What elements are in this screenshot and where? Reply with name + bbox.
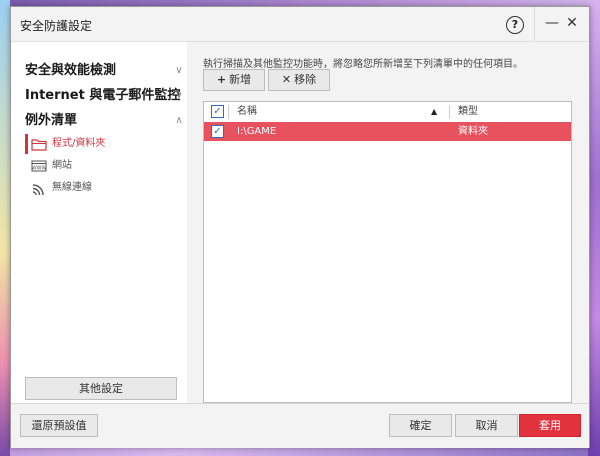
sidebar-item-programs-folders[interactable]: 程式/資料夾 <box>25 134 185 154</box>
close-icon[interactable]: ✕ <box>565 15 579 31</box>
row-type-cell: 資料夾 <box>458 126 488 137</box>
chevron-up-icon: ∧ <box>175 115 183 126</box>
folder-icon <box>31 139 47 151</box>
sidebar-item-label: 程式/資料夾 <box>52 138 106 149</box>
sidebar-category-exceptions[interactable]: 例外清單 ∧ <box>25 110 185 132</box>
select-all-checkbox[interactable]: ✓ <box>211 105 224 118</box>
desktop-background-left <box>0 0 10 456</box>
footer: 還原預設值 確定 取消 套用 <box>11 403 589 448</box>
window-title: 安全防護設定 <box>20 19 93 33</box>
plus-icon: + <box>216 73 227 86</box>
restore-defaults-button[interactable]: 還原預設值 <box>20 414 98 437</box>
remove-button-label: 移除 <box>294 73 317 86</box>
main-panel: 執行掃描及其他監控功能時，將忽略您所新增至下列清單中的任何項目。 + 新增 ✕ 移除… <box>188 42 589 403</box>
sidebar-category-label: Internet 與電子郵件監控 <box>25 88 181 103</box>
sidebar-category-label: 例外清單 <box>25 113 78 128</box>
title-bar: 安全防護設定 ? — ✕ <box>11 7 589 42</box>
ok-button[interactable]: 確定 <box>389 414 452 437</box>
add-button-label: 新增 <box>229 73 252 86</box>
row-name-cell: I:\GAME <box>237 126 277 137</box>
header-divider <box>449 105 450 119</box>
sidebar-item-wireless[interactable]: 無線連線 <box>25 178 185 198</box>
chevron-down-icon: ∨ <box>175 90 183 101</box>
sidebar: 安全與效能檢測 ∨ Internet 與電子郵件監控 ∨ 例外清單 ∧ 程式/資… <box>11 42 187 403</box>
list-header: ✓ 名稱 ▲ 類型 <box>204 102 571 123</box>
cancel-button[interactable]: 取消 <box>455 414 518 437</box>
sidebar-item-websites[interactable]: WWW 網站 <box>25 156 185 176</box>
help-icon[interactable]: ? <box>506 16 524 34</box>
table-row[interactable]: ✓ I:\GAME 資料夾 <box>204 122 571 141</box>
other-settings-button[interactable]: 其他設定 <box>25 377 177 400</box>
svg-text:WWW: WWW <box>32 166 47 172</box>
sort-ascending-icon: ▲ <box>431 107 438 116</box>
active-indicator <box>25 134 28 154</box>
column-header-name[interactable]: 名稱 <box>237 102 257 122</box>
sidebar-category-internet-email[interactable]: Internet 與電子郵件監控 ∨ <box>25 85 185 107</box>
remove-button[interactable]: ✕ 移除 <box>268 69 330 91</box>
settings-window: 安全防護設定 ? — ✕ 安全與效能檢測 ∨ Internet 與電子郵件監控 … <box>10 6 590 448</box>
minimize-icon[interactable]: — <box>545 15 559 31</box>
sidebar-item-label: 無線連線 <box>52 182 92 193</box>
column-header-type[interactable]: 類型 <box>458 102 478 122</box>
sidebar-category-security-performance[interactable]: 安全與效能檢測 ∨ <box>25 60 185 82</box>
remove-x-icon: ✕ <box>281 73 292 86</box>
wifi-icon <box>32 184 44 196</box>
sidebar-item-label: 網站 <box>52 160 72 171</box>
row-checkbox[interactable]: ✓ <box>211 125 224 138</box>
sidebar-category-label: 安全與效能檢測 <box>25 63 117 78</box>
exclusion-description: 執行掃描及其他監控功能時，將忽略您所新增至下列清單中的任何項目。 <box>203 59 523 70</box>
chevron-down-icon: ∨ <box>175 65 183 76</box>
add-button[interactable]: + 新增 <box>203 69 265 91</box>
www-icon: WWW <box>31 160 47 172</box>
apply-button[interactable]: 套用 <box>519 414 581 437</box>
exclusion-list: ✓ 名稱 ▲ 類型 ✓ I:\GAME 資料夾 <box>203 101 572 403</box>
title-divider <box>534 7 535 41</box>
header-divider <box>228 105 229 119</box>
